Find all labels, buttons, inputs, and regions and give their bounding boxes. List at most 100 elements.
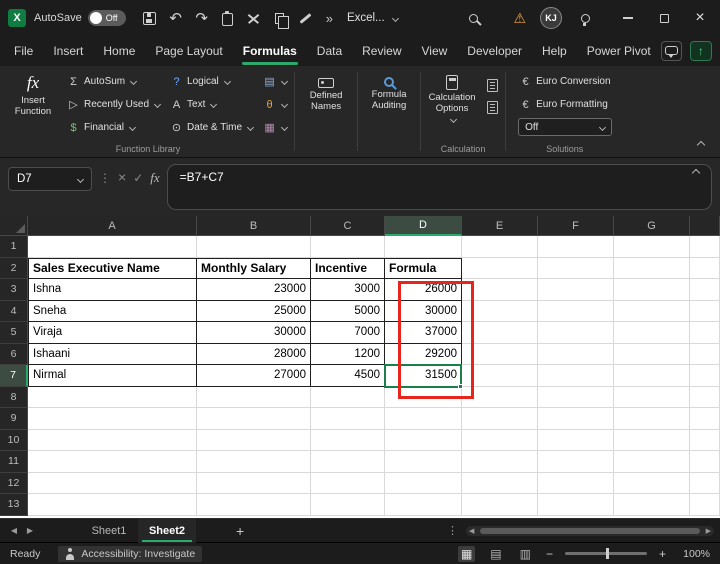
page-break-view-icon[interactable]: ▥ xyxy=(517,546,534,562)
cell-A4[interactable]: Sneha xyxy=(28,301,197,323)
row-header-13[interactable]: 13 xyxy=(0,494,28,516)
cell-C10[interactable] xyxy=(311,430,385,452)
calculate-now-button[interactable] xyxy=(481,74,503,96)
cell-B3[interactable]: 23000 xyxy=(197,279,311,301)
zoom-out-button[interactable]: − xyxy=(546,547,553,561)
column-header-B[interactable]: B xyxy=(197,216,311,236)
column-header-A[interactable]: A xyxy=(28,216,197,236)
cell-C9[interactable] xyxy=(311,408,385,430)
insert-function-button[interactable]: fx Insert Function xyxy=(4,70,62,142)
cell-C12[interactable] xyxy=(311,473,385,495)
cell-F2[interactable] xyxy=(538,258,614,280)
cancel-icon[interactable]: × xyxy=(118,169,126,185)
cell-G1[interactable] xyxy=(614,236,690,258)
cell-D10[interactable] xyxy=(385,430,462,452)
cell-A3[interactable]: Ishna xyxy=(28,279,197,301)
redo-button[interactable]: ↷ xyxy=(192,7,212,29)
cell-C3[interactable]: 3000 xyxy=(311,279,385,301)
row-header-9[interactable]: 9 xyxy=(0,408,28,430)
tab-data[interactable]: Data xyxy=(307,36,352,66)
cell-E12[interactable] xyxy=(462,473,538,495)
cell-G2[interactable] xyxy=(614,258,690,280)
tab-review[interactable]: Review xyxy=(352,36,411,66)
row-header-4[interactable]: 4 xyxy=(0,301,28,323)
recently-used-button[interactable]: ▷ Recently Used xyxy=(62,93,165,116)
cell-E10[interactable] xyxy=(462,430,538,452)
row-header-1[interactable]: 1 xyxy=(0,236,28,258)
cell-C2[interactable]: Incentive xyxy=(311,258,385,280)
paste-button[interactable] xyxy=(218,7,238,29)
cell-C6[interactable]: 1200 xyxy=(311,344,385,366)
row-header-11[interactable]: 11 xyxy=(0,451,28,473)
cell-C13[interactable] xyxy=(311,494,385,516)
cell-F11[interactable] xyxy=(538,451,614,473)
search-button[interactable] xyxy=(463,7,483,29)
row-header-6[interactable]: 6 xyxy=(0,344,28,366)
toolbar-overflow-icon[interactable]: » xyxy=(326,11,333,26)
cell-C4[interactable]: 5000 xyxy=(311,301,385,323)
cell-B2[interactable]: Monthly Salary xyxy=(197,258,311,280)
cell-E9[interactable] xyxy=(462,408,538,430)
cell-F10[interactable] xyxy=(538,430,614,452)
euro-formatting-button[interactable]: € Euro Formatting xyxy=(514,93,615,116)
cell-A12[interactable] xyxy=(28,473,197,495)
defined-names-button[interactable]: Defined Names xyxy=(297,70,355,142)
page-layout-view-icon[interactable]: ▤ xyxy=(487,546,504,562)
cell-D1[interactable] xyxy=(385,236,462,258)
tab-power-pivot[interactable]: Power Pivot xyxy=(577,36,661,66)
cell-C5[interactable]: 7000 xyxy=(311,322,385,344)
cell-E1[interactable] xyxy=(462,236,538,258)
tab-help[interactable]: Help xyxy=(532,36,577,66)
tab-insert[interactable]: Insert xyxy=(43,36,93,66)
cell-A2[interactable]: Sales Executive Name xyxy=(28,258,197,280)
avatar[interactable]: KJ xyxy=(540,7,562,29)
sheet-nav-right-icon[interactable]: ▶ xyxy=(22,526,38,535)
formula-auditing-button[interactable]: Formula Auditing xyxy=(360,70,418,142)
cell-G3[interactable] xyxy=(614,279,690,301)
row-header-7[interactable]: 7 xyxy=(0,365,28,387)
expand-formula-bar-icon[interactable] xyxy=(692,169,700,177)
maximize-button[interactable] xyxy=(650,4,678,32)
cell-G7[interactable] xyxy=(614,365,690,387)
logical-button[interactable]: ? Logical xyxy=(165,70,258,93)
cell-D13[interactable] xyxy=(385,494,462,516)
cell-G13[interactable] xyxy=(614,494,690,516)
share-button[interactable]: ↑ xyxy=(690,41,712,61)
copy-button[interactable] xyxy=(270,7,290,29)
cell-F13[interactable] xyxy=(538,494,614,516)
row-header-10[interactable]: 10 xyxy=(0,430,28,452)
tab-file[interactable]: File xyxy=(4,36,43,66)
column-header-D[interactable]: D xyxy=(385,216,462,236)
tab-page-layout[interactable]: Page Layout xyxy=(145,36,232,66)
tips-button[interactable] xyxy=(580,7,600,29)
euro-conversion-button[interactable]: € Euro Conversion xyxy=(514,70,615,93)
cell-E13[interactable] xyxy=(462,494,538,516)
warning-icon[interactable]: ⚠ xyxy=(513,10,526,27)
scrollbar-thumb[interactable] xyxy=(480,528,700,534)
column-header-E[interactable]: E xyxy=(462,216,538,236)
zoom-in-button[interactable]: + xyxy=(659,547,666,561)
cell-A10[interactable] xyxy=(28,430,197,452)
accessibility-status[interactable]: Accessibility: Investigate xyxy=(58,546,202,562)
cell-F5[interactable] xyxy=(538,322,614,344)
financial-button[interactable]: $ Financial xyxy=(62,116,165,139)
row-header-8[interactable]: 8 xyxy=(0,387,28,409)
cell-B5[interactable]: 30000 xyxy=(197,322,311,344)
row-header-3[interactable]: 3 xyxy=(0,279,28,301)
name-box[interactable]: D7 xyxy=(8,167,92,191)
cell-F6[interactable] xyxy=(538,344,614,366)
cell-G6[interactable] xyxy=(614,344,690,366)
cell-E11[interactable] xyxy=(462,451,538,473)
row-header-2[interactable]: 2 xyxy=(0,258,28,280)
cell-B8[interactable] xyxy=(197,387,311,409)
cell-A11[interactable] xyxy=(28,451,197,473)
tab-view[interactable]: View xyxy=(412,36,458,66)
cell-F4[interactable] xyxy=(538,301,614,323)
cell-F7[interactable] xyxy=(538,365,614,387)
cut-button[interactable] xyxy=(244,7,264,29)
cell-G4[interactable] xyxy=(614,301,690,323)
math-trig-button[interactable]: θ xyxy=(258,93,292,116)
add-sheet-button[interactable]: + xyxy=(236,523,244,539)
collapse-ribbon-button[interactable] xyxy=(692,138,710,152)
row-header-5[interactable]: 5 xyxy=(0,322,28,344)
